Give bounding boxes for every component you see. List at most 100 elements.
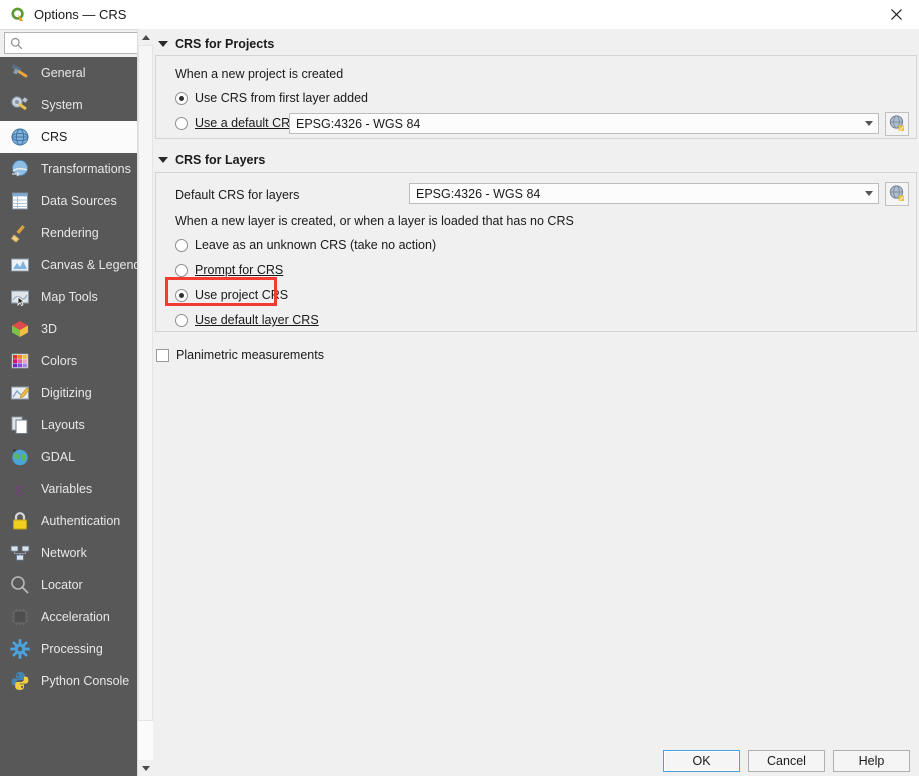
sidebar-item-label: Network	[41, 546, 87, 560]
close-icon[interactable]	[873, 0, 919, 29]
sidebar-item-map-tools[interactable]: Map Tools	[0, 281, 137, 313]
radio-indicator[interactable]	[175, 314, 188, 327]
radio-leave-unknown-crs[interactable]: Leave as an unknown CRS (take no action)	[175, 238, 436, 252]
radio-label: Prompt for CRS	[195, 263, 283, 277]
sidebar-item-label: Processing	[41, 642, 103, 656]
layers-select-crs-button[interactable]	[885, 182, 909, 206]
python-icon	[8, 669, 32, 693]
scroll-up-arrow-icon[interactable]	[138, 29, 153, 45]
sidebar-item-locator[interactable]: Locator	[0, 569, 137, 601]
scrollbar-thumb[interactable]	[138, 45, 153, 721]
combo-value: EPSG:4326 - WGS 84	[410, 187, 540, 201]
title-bar: Options — CRS	[0, 0, 919, 30]
search-box[interactable]	[4, 32, 146, 54]
checkbox-label: Planimetric measurements	[176, 348, 324, 362]
checkbox-planimetric-measurements[interactable]: Planimetric measurements	[156, 348, 324, 362]
sidebar-item-colors[interactable]: Colors	[0, 345, 137, 377]
sidebar-item-network[interactable]: Network	[0, 537, 137, 569]
radio-indicator[interactable]	[175, 92, 188, 105]
sidebar-item-python-console[interactable]: Python Console	[0, 665, 137, 697]
pages-icon	[8, 413, 32, 437]
color-swatch-icon	[8, 349, 32, 373]
crs-for-layers-groupbox: Default CRS for layers EPSG:4326 - WGS 8…	[155, 172, 917, 332]
chevron-down-icon[interactable]	[860, 115, 877, 132]
sidebar-item-label: Data Sources	[41, 194, 117, 208]
radio-prompt-for-crs[interactable]: Prompt for CRS	[175, 263, 283, 277]
radio-indicator[interactable]	[175, 264, 188, 277]
project-select-crs-button[interactable]	[885, 112, 909, 136]
sidebar-item-rendering[interactable]: Rendering	[0, 217, 137, 249]
sidebar-item-general[interactable]: General	[0, 57, 137, 89]
globe-pencil-icon	[888, 114, 906, 135]
crs-for-projects-groupbox: When a new project is created Use CRS fr…	[155, 55, 917, 139]
radio-indicator[interactable]	[175, 239, 188, 252]
sidebar-item-label: Colors	[41, 354, 77, 368]
epsilon-icon: ε	[8, 477, 32, 501]
section-title: CRS for Projects	[175, 37, 274, 51]
sidebar-item-acceleration[interactable]: Acceleration	[0, 601, 137, 633]
radio-label: Use CRS from first layer added	[195, 91, 368, 105]
sidebar-item-label: Digitizing	[41, 386, 92, 400]
radio-indicator[interactable]	[175, 117, 188, 130]
options-content: CRS for Projects When a new project is c…	[153, 29, 919, 743]
collapse-caret-icon[interactable]	[158, 41, 168, 47]
checkbox-indicator[interactable]	[156, 349, 169, 362]
canvas-icon	[8, 253, 32, 277]
cancel-button[interactable]: Cancel	[748, 750, 825, 772]
sidebar-item-crs[interactable]: CRS	[0, 121, 137, 153]
radio-label: Use default layer CRS	[195, 313, 319, 327]
layers-default-crs-combo[interactable]: EPSG:4326 - WGS 84	[409, 183, 879, 204]
chevron-down-icon[interactable]	[860, 185, 877, 202]
scrollbar-track[interactable]	[138, 45, 153, 760]
sidebar-item-transformations[interactable]: Transformations	[0, 153, 137, 185]
ok-button[interactable]: OK	[663, 750, 740, 772]
sidebar-item-label: Locator	[41, 578, 83, 592]
sidebar-item-variables[interactable]: ε Variables	[0, 473, 137, 505]
section-header-crs-for-projects[interactable]: CRS for Projects	[155, 34, 274, 54]
combo-value: EPSG:4326 - WGS 84	[290, 117, 420, 131]
section-header-crs-for-layers[interactable]: CRS for Layers	[155, 150, 265, 170]
sidebar-item-label: GDAL	[41, 450, 75, 464]
radio-label: Use project CRS	[195, 288, 288, 302]
sidebar-item-label: Transformations	[41, 162, 131, 176]
earth-icon	[8, 445, 32, 469]
network-icon	[8, 541, 32, 565]
sidebar-item-gdal[interactable]: GDAL	[0, 441, 137, 473]
project-default-crs-combo[interactable]: EPSG:4326 - WGS 84	[289, 113, 879, 134]
sidebar-item-digitizing[interactable]: Digitizing	[0, 377, 137, 409]
radio-label: Use a default CRS	[195, 116, 299, 130]
options-dialog: Options — CRS	[0, 0, 919, 776]
window-title: Options — CRS	[34, 7, 126, 22]
scroll-down-arrow-icon[interactable]	[138, 760, 153, 776]
sidebar-item-system[interactable]: System	[0, 89, 137, 121]
globe-arrows-icon	[8, 157, 32, 181]
gears-wrench-icon	[8, 93, 32, 117]
globe-wire-icon	[8, 125, 32, 149]
section-title: CRS for Layers	[175, 153, 265, 167]
hammer-icon	[8, 61, 32, 85]
default-crs-for-layers-label: Default CRS for layers	[175, 188, 299, 202]
radio-label: Leave as an unknown CRS (take no action)	[195, 238, 436, 252]
radio-use-default-layer-crs[interactable]: Use default layer CRS	[175, 313, 319, 327]
sidebar-item-authentication[interactable]: Authentication	[0, 505, 137, 537]
magnifier-icon	[8, 573, 32, 597]
sidebar-item-data-sources[interactable]: Data Sources	[0, 185, 137, 217]
sidebar-item-canvas-legend[interactable]: Canvas & Legend	[0, 249, 137, 281]
sidebar-scrollbar[interactable]	[137, 29, 153, 776]
options-sidebar: General System	[0, 57, 137, 776]
sidebar-item-3d[interactable]: 3D	[0, 313, 137, 345]
search-input[interactable]	[27, 35, 141, 51]
radio-use-crs-from-first-layer[interactable]: Use CRS from first layer added	[175, 91, 368, 105]
table-icon	[8, 189, 32, 213]
radio-use-a-default-crs[interactable]: Use a default CRS	[175, 116, 299, 130]
radio-indicator[interactable]	[175, 289, 188, 302]
globe-pencil-icon	[888, 184, 906, 205]
sidebar-item-label: Authentication	[41, 514, 120, 528]
help-button[interactable]: Help	[833, 750, 910, 772]
radio-use-project-crs[interactable]: Use project CRS	[175, 288, 288, 302]
sidebar-item-layouts[interactable]: Layouts	[0, 409, 137, 441]
collapse-caret-icon[interactable]	[158, 157, 168, 163]
sidebar-item-processing[interactable]: Processing	[0, 633, 137, 665]
dialog-button-bar: OK Cancel Help	[153, 743, 919, 776]
new-layer-caption: When a new layer is created, or when a l…	[175, 214, 574, 228]
